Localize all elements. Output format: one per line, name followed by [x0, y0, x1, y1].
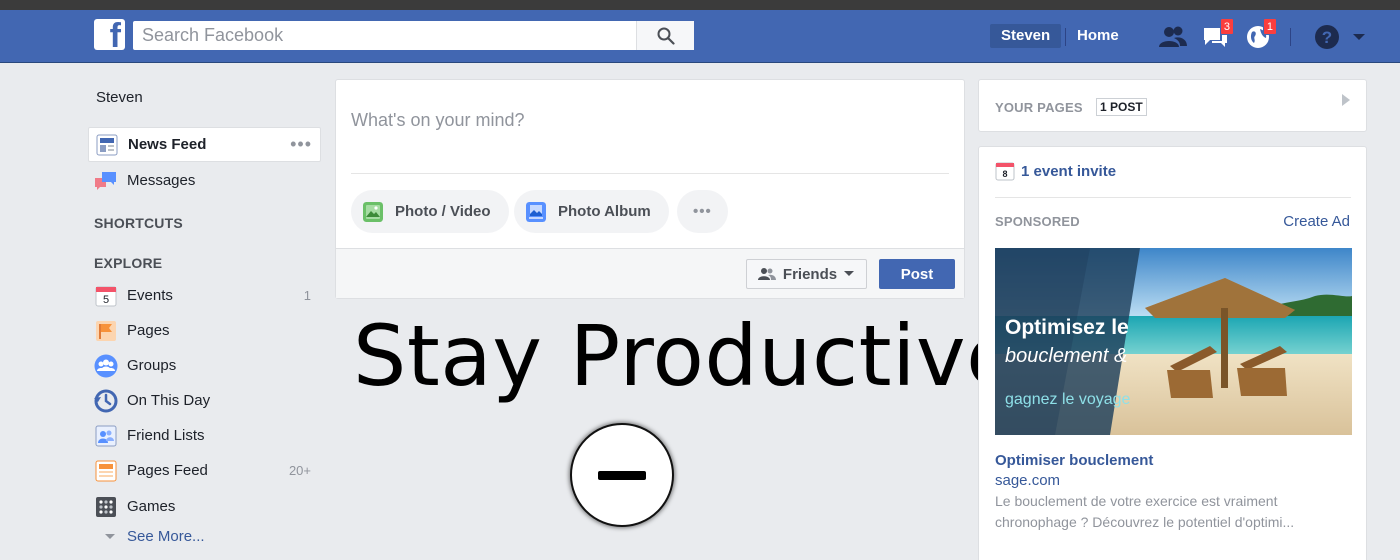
sidebar-item-messages[interactable]: Messages [88, 163, 321, 198]
search-button[interactable] [636, 21, 694, 50]
messages-badge: 3 [1219, 18, 1234, 35]
sidebar-item-pages-feed[interactable]: Pages Feed 20+ [88, 453, 321, 488]
sidebar-item-label: Messages [127, 172, 196, 189]
minus-icon [598, 470, 646, 480]
post-composer: What's on your mind? Photo / Video Photo… [335, 79, 965, 299]
friends-icon [757, 268, 776, 280]
calendar-icon: 5 [94, 284, 118, 308]
card-divider [995, 197, 1351, 198]
audience-label: Friends [782, 265, 838, 283]
svg-text:8: 8 [1002, 169, 1007, 179]
search-icon [657, 27, 675, 45]
sponsored-heading: SPONSORED [995, 214, 1080, 229]
see-more-label: See More... [127, 528, 205, 545]
caret-down-icon [844, 271, 855, 276]
profile-name-link[interactable]: Steven [96, 89, 143, 106]
groups-icon [94, 354, 118, 378]
your-pages-heading: YOUR PAGES [995, 100, 1083, 115]
search-box [133, 21, 694, 50]
more-options-icon[interactable]: ••• [290, 134, 312, 155]
ad-description: Le bouclement de votre exercice est vrai… [995, 493, 1295, 530]
events-count: 1 [303, 288, 311, 303]
account-menu-button[interactable] [1346, 22, 1372, 52]
sidebar-item-groups[interactable]: Groups [88, 348, 321, 383]
status-input[interactable]: What's on your mind? [351, 110, 525, 131]
nav-divider [1065, 28, 1066, 46]
profile-link[interactable]: Steven [990, 24, 1062, 48]
svg-text:5: 5 [103, 294, 109, 306]
games-icon [94, 495, 118, 519]
album-icon [526, 201, 546, 222]
caret-down-icon [1353, 34, 1365, 40]
sidebar-item-label: Events [127, 287, 173, 304]
help-button[interactable]: ? [1312, 22, 1342, 52]
svg-text:?: ? [1322, 28, 1332, 47]
friend-list-icon [94, 424, 118, 448]
top-navigation-bar: f Steven Home 3 1 ? [0, 10, 1400, 63]
facebook-logo[interactable]: f [94, 19, 125, 50]
sidebar-item-news-feed[interactable]: News Feed ••• [88, 127, 321, 162]
sidebar-item-label: Pages [127, 322, 170, 339]
friends-icon [1159, 26, 1187, 47]
pages-feed-icon [94, 459, 118, 483]
create-ad-link[interactable]: Create Ad [1283, 213, 1350, 230]
messages-icon [94, 169, 118, 193]
more-actions-button[interactable]: ••• [677, 190, 728, 233]
pages-feed-count: 20+ [288, 463, 311, 478]
post-count-badge: 1 POST [1096, 98, 1147, 116]
explore-heading: EXPLORE [94, 255, 163, 271]
photo-icon [363, 201, 383, 222]
ad-url-link[interactable]: sage.com [995, 472, 1060, 489]
sidebar-item-games[interactable]: Games [88, 489, 321, 524]
caret-down-icon [105, 533, 115, 539]
sidebar-item-label: Groups [127, 357, 177, 374]
window-top-strip [0, 0, 1400, 10]
photo-album-button[interactable]: Photo Album [514, 190, 669, 233]
photo-album-label: Photo Album [558, 203, 651, 220]
calendar-icon: 8 [995, 162, 1015, 181]
photo-video-button[interactable]: Photo / Video [351, 190, 509, 233]
sponsored-card: 8 1 event invite SPONSORED Create Ad Opt… [978, 146, 1367, 560]
stay-productive-title: Stay Productive [353, 307, 1019, 405]
sidebar-item-pages[interactable]: Pages [88, 313, 321, 348]
ad-title-link[interactable]: Optimiser bouclement [995, 452, 1153, 469]
sidebar-item-label: Games [127, 498, 176, 515]
photo-video-label: Photo / Video [395, 203, 491, 220]
ad-headline-2: bouclement & [1005, 345, 1128, 367]
ad-image[interactable]: Optimisez le bouclement & gagnez le voya… [995, 248, 1352, 435]
notifications-badge: 1 [1262, 18, 1277, 35]
clock-rewind-icon [94, 389, 118, 413]
event-invite-link[interactable]: 8 1 event invite [995, 161, 1116, 181]
sidebar-item-on-this-day[interactable]: On This Day [88, 383, 321, 418]
composer-footer: Friends Post [336, 248, 964, 298]
event-invite-label: 1 event invite [1021, 162, 1117, 180]
sidebar-item-label: News Feed [128, 136, 207, 153]
sidebar-item-label: Friend Lists [127, 427, 205, 444]
minus-circle-button[interactable] [570, 423, 674, 527]
audience-selector[interactable]: Friends [746, 259, 867, 289]
help-icon: ? [1315, 25, 1339, 49]
your-pages-card[interactable]: YOUR PAGES 1 POST [978, 79, 1367, 132]
see-more-link[interactable]: See More... [94, 528, 205, 545]
friend-requests-button[interactable] [1158, 22, 1188, 52]
notifications-button[interactable]: 1 [1243, 18, 1277, 52]
flag-icon [94, 319, 118, 343]
shortcuts-heading: SHORTCUTS [94, 215, 183, 231]
messages-button[interactable]: 3 [1200, 18, 1234, 52]
nav-divider [1290, 28, 1291, 46]
home-link[interactable]: Home [1077, 24, 1119, 48]
sidebar-item-events[interactable]: 5 Events 1 [88, 278, 321, 313]
ad-headline-1: Optimisez le [1005, 316, 1129, 339]
sidebar-item-friend-lists[interactable]: Friend Lists [88, 418, 321, 453]
search-input[interactable] [133, 21, 635, 50]
post-button[interactable]: Post [879, 259, 955, 289]
chevron-right-icon[interactable] [1342, 94, 1350, 106]
sidebar-item-label: Pages Feed [127, 462, 208, 479]
news-feed-icon [95, 133, 119, 157]
composer-divider [351, 173, 949, 174]
ad-headline-3: gagnez le voyage [1005, 391, 1131, 408]
sidebar-item-label: On This Day [127, 392, 211, 409]
